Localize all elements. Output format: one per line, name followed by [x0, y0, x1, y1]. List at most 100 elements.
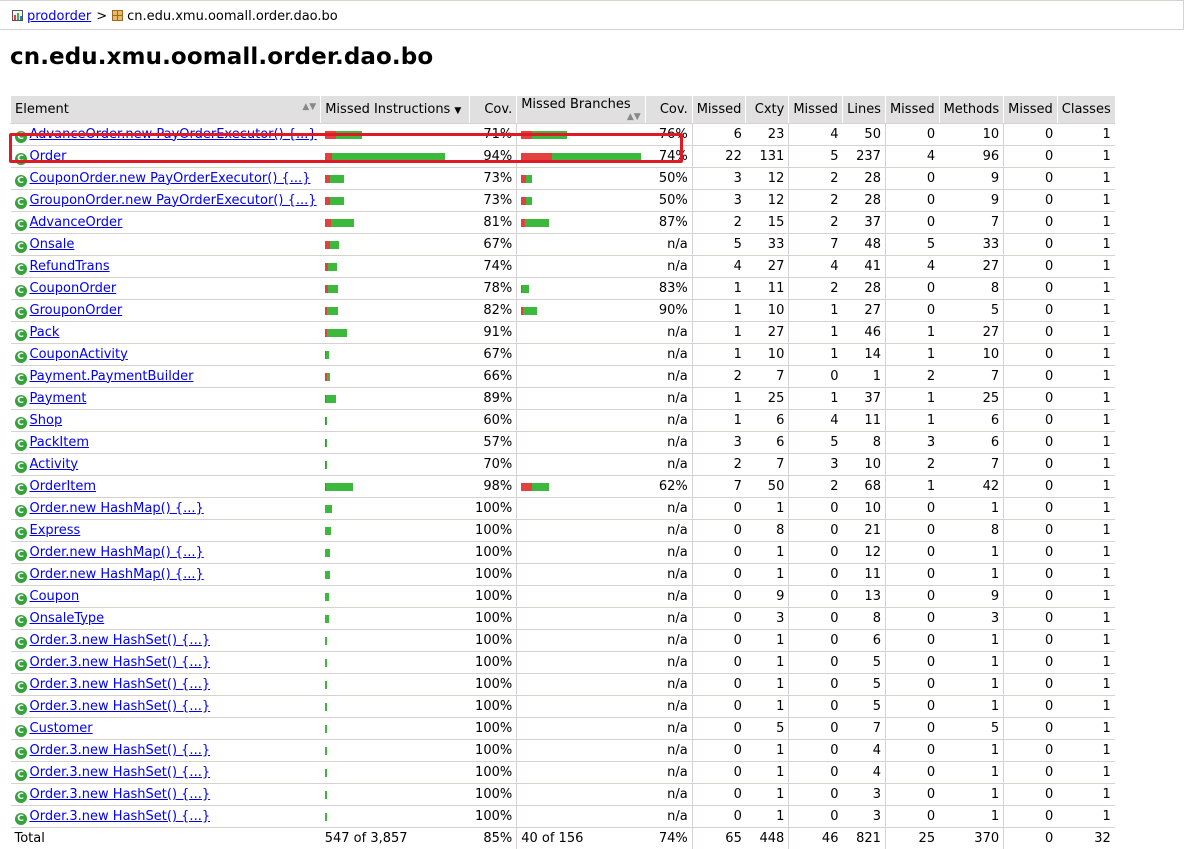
element-link[interactable]: PackItem — [30, 435, 90, 450]
class-icon: C — [15, 637, 27, 649]
element-link[interactable]: AdvanceOrder.new PayOrderExecutor() {...… — [30, 127, 317, 142]
covered-segment — [328, 263, 337, 271]
table-row: COrder.3.new HashSet() {...}100%n/a01050… — [11, 652, 1115, 674]
col-missed-cxty[interactable]: Missed — [692, 96, 746, 124]
lines: 5 — [842, 652, 885, 674]
col-missed-branches[interactable]: Missed Branches▲▼ — [517, 96, 646, 124]
element-link[interactable]: Order.3.new HashSet() {...} — [30, 765, 211, 780]
col-cxty[interactable]: Cxty — [746, 96, 789, 124]
missed-lines: 1 — [789, 322, 843, 344]
instructions-cov: 57% — [470, 432, 517, 454]
element-link[interactable]: Order.3.new HashSet() {...} — [30, 677, 211, 692]
element-link[interactable]: Express — [30, 523, 81, 538]
class-icon: C — [15, 175, 27, 187]
lines: 3 — [842, 784, 885, 806]
missed-segment — [521, 483, 532, 491]
class-icon: C — [15, 769, 27, 781]
breadcrumb-root-link[interactable]: prodorder — [27, 9, 91, 24]
element-link[interactable]: Payment — [30, 391, 87, 406]
col-cov-instructions[interactable]: Cov. — [470, 96, 517, 124]
element-link[interactable]: Payment.PaymentBuilder — [30, 369, 194, 384]
table-row: CPayment89%n/a12513712501 — [11, 388, 1115, 410]
element-link[interactable]: Onsale — [30, 237, 75, 252]
covered-segment — [325, 747, 327, 755]
coverage-bar — [325, 131, 362, 139]
missed-cxty: 0 — [692, 630, 746, 652]
col-missed-instructions[interactable]: Missed Instructions▼ — [321, 96, 470, 124]
missed-classes: 0 — [1004, 212, 1058, 234]
element-link[interactable]: Order.new HashMap() {...} — [30, 567, 204, 582]
element-link[interactable]: Activity — [30, 457, 79, 472]
class-icon: C — [15, 725, 27, 737]
total-branches: 40 of 156 — [517, 828, 646, 849]
element-cell: CGrouponOrder.new PayOrderExecutor() {..… — [11, 190, 321, 212]
element-link[interactable]: Order.3.new HashSet() {...} — [30, 787, 211, 802]
class-icon: C — [15, 703, 27, 715]
table-row: CShop60%n/a164111601 — [11, 410, 1115, 432]
missed-methods: 5 — [885, 234, 939, 256]
element-link[interactable]: CouponOrder.new PayOrderExecutor() {...} — [30, 171, 311, 186]
cxty: 12 — [746, 190, 789, 212]
col-missed-lines[interactable]: Missed — [789, 96, 843, 124]
covered-segment — [326, 483, 353, 491]
table-row: COrder.new HashMap() {...}100%n/a0101101… — [11, 564, 1115, 586]
element-link[interactable]: Order.new HashMap() {...} — [30, 501, 204, 516]
missed-methods: 1 — [885, 388, 939, 410]
element-link[interactable]: Order.3.new HashSet() {...} — [30, 743, 211, 758]
methods: 5 — [939, 718, 1004, 740]
element-link[interactable]: CouponActivity — [30, 347, 128, 362]
class-icon: C — [15, 351, 27, 363]
element-link[interactable]: RefundTrans — [30, 259, 110, 274]
element-link[interactable]: Order.3.new HashSet() {...} — [30, 655, 211, 670]
element-link[interactable]: Customer — [30, 721, 93, 736]
element-link[interactable]: Pack — [30, 325, 60, 340]
col-missed-branches-label: Missed Branches — [521, 97, 630, 112]
element-link[interactable]: Coupon — [30, 589, 80, 604]
missed-methods: 4 — [885, 146, 939, 168]
element-link[interactable]: Order — [30, 149, 67, 164]
coverage-bar — [325, 681, 327, 689]
table-row: CCouponOrder.new PayOrderExecutor() {...… — [11, 168, 1115, 190]
lines: 28 — [842, 278, 885, 300]
instructions-bar-cell — [321, 564, 470, 586]
missed-lines: 2 — [789, 212, 843, 234]
element-link[interactable]: OrderItem — [30, 479, 97, 494]
col-missed-methods[interactable]: Missed — [885, 96, 939, 124]
lines: 8 — [842, 432, 885, 454]
missed-cxty: 2 — [692, 454, 746, 476]
element-link[interactable]: GrouponOrder.new PayOrderExecutor() {...… — [30, 193, 317, 208]
missed-lines: 5 — [789, 146, 843, 168]
col-element[interactable]: Element▲▼ — [11, 96, 321, 124]
col-lines[interactable]: Lines — [842, 96, 885, 124]
element-link[interactable]: OnsaleType — [30, 611, 105, 626]
instructions-bar-cell — [321, 674, 470, 696]
coverage-bar — [521, 153, 641, 161]
instructions-bar-cell — [321, 520, 470, 542]
col-methods[interactable]: Methods — [939, 96, 1004, 124]
element-link[interactable]: CouponOrder — [30, 281, 117, 296]
element-link[interactable]: AdvanceOrder — [30, 215, 123, 230]
cxty: 8 — [746, 520, 789, 542]
branches-bar-cell — [517, 212, 646, 234]
cxty: 1 — [746, 542, 789, 564]
table-row: CCouponActivity67%n/a11011411001 — [11, 344, 1115, 366]
classes: 1 — [1057, 190, 1114, 212]
coverage-bar — [325, 307, 338, 315]
branches-bar-cell — [517, 784, 646, 806]
element-link[interactable]: GrouponOrder — [30, 303, 123, 318]
package-icon — [112, 10, 123, 21]
covered-segment — [326, 461, 327, 469]
branches-cov: n/a — [645, 520, 692, 542]
element-link[interactable]: Shop — [30, 413, 63, 428]
lines: 46 — [842, 322, 885, 344]
col-missed-classes[interactable]: Missed — [1004, 96, 1058, 124]
element-link[interactable]: Order.3.new HashSet() {...} — [30, 809, 211, 824]
covered-segment — [327, 329, 347, 337]
col-cov-branches[interactable]: Cov. — [645, 96, 692, 124]
instructions-bar-cell — [321, 168, 470, 190]
instructions-bar-cell — [321, 542, 470, 564]
element-link[interactable]: Order.new HashMap() {...} — [30, 545, 204, 560]
element-link[interactable]: Order.3.new HashSet() {...} — [30, 699, 211, 714]
element-link[interactable]: Order.3.new HashSet() {...} — [30, 633, 211, 648]
col-classes[interactable]: Classes — [1057, 96, 1114, 124]
